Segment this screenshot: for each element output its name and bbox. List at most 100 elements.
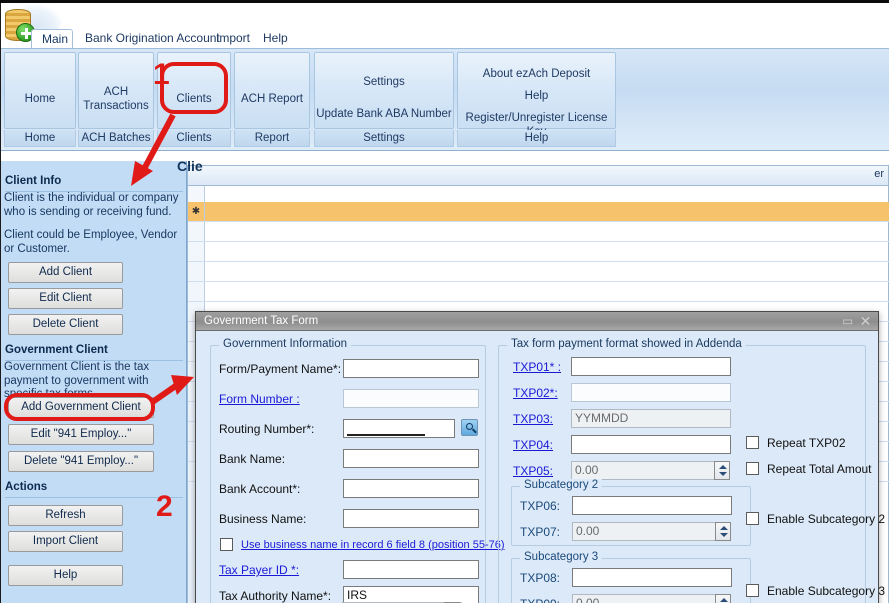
magnifier-handle [472, 428, 477, 433]
business-name-input[interactable] [343, 509, 479, 528]
ribbon-group-help: About ezAch Deposit Help Register/Unregi… [457, 52, 616, 147]
enable-subcategory-2-checkbox[interactable] [746, 512, 759, 525]
application-window: Main Bank Origination Account Import Hel… [0, 0, 889, 603]
tax-authority-name-input[interactable]: IRS [343, 586, 479, 603]
table-row[interactable] [188, 262, 889, 282]
txp05-input[interactable]: 0.00 [571, 461, 715, 480]
txp04-input[interactable] [571, 435, 731, 454]
bank-account-label: Bank Account*: [219, 482, 300, 496]
txp05-label-link[interactable]: TXP05: [513, 464, 553, 478]
task-pane: Client Info Client is the individual or … [1, 161, 187, 603]
txp06-input[interactable] [572, 496, 732, 515]
subcategory-3-group: Subcategory 3 TXP08: TXP09: 0.00 [511, 558, 751, 603]
txp01-label-link[interactable]: TXP01* : [513, 360, 561, 374]
txp05-spinner[interactable] [714, 461, 730, 480]
business-name-label: Business Name: [219, 512, 306, 526]
routing-number-label: Routing Number*: [219, 422, 314, 436]
subcategory-2-group: Subcategory 2 TXP06: TXP07: 0.00 [511, 486, 751, 546]
add-client-button[interactable]: Add Client [8, 262, 123, 283]
minimize-icon[interactable]: ▭ [841, 315, 854, 328]
repeat-txp02-label: Repeat TXP02 [767, 436, 846, 450]
help-button[interactable]: Help [8, 565, 123, 586]
use-business-name-label-link[interactable]: Use business name in record 6 field 8 (p… [241, 539, 505, 551]
ribbon-group-home: Home Home [4, 52, 76, 147]
enable-subcategory-2-label: Enable Subcategory 2 [767, 512, 885, 526]
ribbon-button-about-ezach-deposit[interactable]: About ezAch Deposit [458, 67, 615, 81]
txp01-input[interactable] [571, 357, 731, 376]
delete-client-button[interactable]: Delete Client [8, 314, 123, 335]
close-icon[interactable]: ✕ [859, 315, 872, 328]
txp08-input[interactable] [572, 568, 732, 587]
import-client-button[interactable]: Import Client [8, 531, 123, 552]
delete-941-employ-button[interactable]: Delete "941 Employ..." [8, 451, 154, 472]
ribbon-button-home[interactable]: Home [5, 92, 75, 106]
government-information-legend: Government Information [219, 338, 351, 350]
form-payment-name-label: Form/Payment Name*: [219, 362, 341, 376]
edit-client-button[interactable]: Edit Client [8, 288, 123, 309]
subcategory-3-legend: Subcategory 3 [520, 551, 602, 563]
ribbon-group-home-panel[interactable]: Home [4, 52, 76, 129]
main-area: er ✱ Client Info [1, 151, 889, 603]
tab-main[interactable]: Main [31, 29, 73, 48]
form-number-input[interactable] [343, 389, 479, 408]
txp07-spinner[interactable] [715, 522, 731, 541]
row-header [188, 282, 205, 301]
txp02-label-link[interactable]: TXP02*: [513, 386, 558, 400]
ribbon-group-ach-batches-panel[interactable]: ACH Transactions [78, 52, 154, 129]
ribbon-group-report: ACH Report Report [234, 52, 310, 147]
txp07-input[interactable]: 0.00 [572, 522, 716, 541]
table-row[interactable] [188, 242, 889, 262]
ribbon-group-report-panel[interactable]: ACH Report [234, 52, 310, 129]
window-body: Main Bank Origination Account Import Hel… [0, 3, 889, 603]
txp09-label: TXP09: [520, 597, 560, 603]
form-payment-name-input[interactable] [343, 359, 479, 378]
txp03-input[interactable]: YYMMDD [571, 409, 731, 428]
bank-account-input[interactable] [343, 479, 479, 498]
repeat-total-amount-checkbox[interactable] [746, 462, 759, 475]
enable-subcategory-3-checkbox[interactable] [746, 584, 759, 597]
ribbon-button-help[interactable]: Help [458, 89, 615, 103]
txp04-label-link[interactable]: TXP04: [513, 438, 553, 452]
taskpane-text-government-client: Government Client is the tax payment to … [4, 361, 186, 402]
row-header [188, 262, 205, 281]
repeat-txp02-checkbox[interactable] [746, 436, 759, 449]
ribbon-group-settings: Settings Update Bank ABA Number Settings [314, 52, 454, 147]
dialog-body: Government Information Form/Payment Name… [196, 331, 878, 603]
magnifier-icon[interactable] [461, 419, 478, 436]
government-tax-form-dialog: Government Tax Form ▭ ✕ Government Infor… [195, 311, 879, 603]
form-number-label-link[interactable]: Form Number : [219, 392, 300, 406]
ribbon-button-settings[interactable]: Settings [315, 75, 453, 89]
ribbon-button-ach-report[interactable]: ACH Report [235, 92, 309, 106]
tab-import[interactable]: Import [206, 29, 260, 48]
ribbon-button-transactions[interactable]: Transactions [79, 99, 153, 113]
ribbon-group-settings-panel[interactable]: Settings Update Bank ABA Number [314, 52, 454, 129]
txp09-spinner[interactable] [715, 594, 731, 603]
refresh-button[interactable]: Refresh [8, 505, 123, 526]
bank-name-input[interactable] [343, 449, 479, 468]
ribbon-group-help-panel[interactable]: About ezAch Deposit Help Register/Unregi… [457, 52, 616, 129]
tax-payer-id-input[interactable] [343, 560, 479, 579]
txp06-label: TXP06: [520, 499, 560, 513]
txp02-input[interactable] [571, 383, 731, 402]
txp09-input[interactable]: 0.00 [572, 594, 716, 603]
ribbon-button-ach[interactable]: ACH [79, 85, 153, 99]
grid-column-title: er [874, 168, 884, 180]
tax-payer-id-label-link[interactable]: Tax Payer ID *: [219, 563, 299, 577]
addenda-legend: Tax form payment format showed in Addend… [507, 338, 746, 350]
add-government-client-button[interactable]: Add Government Client [8, 397, 154, 418]
row-header [188, 242, 205, 261]
tab-help[interactable]: Help [253, 29, 298, 48]
use-business-name-checkbox[interactable] [220, 538, 233, 551]
annotation-marker-1: 1 [153, 58, 170, 92]
txp03-label-link[interactable]: TXP03: [513, 412, 553, 426]
ribbon-group-help-caption: Help [457, 130, 616, 147]
ribbon-group-clients-caption: Clients [157, 130, 231, 147]
clients-grid-header: er [188, 166, 888, 186]
table-row[interactable] [188, 222, 889, 242]
table-row[interactable]: ✱ [188, 202, 889, 222]
ribbon: Home Home ACH Transactions ACH Batches C… [1, 48, 889, 151]
edit-941-employ-button[interactable]: Edit "941 Employ..." [8, 424, 154, 445]
ribbon-button-clients[interactable]: Clients [158, 92, 230, 106]
table-row[interactable] [188, 282, 889, 302]
ribbon-button-update-bank-aba-number[interactable]: Update Bank ABA Number [315, 107, 453, 121]
